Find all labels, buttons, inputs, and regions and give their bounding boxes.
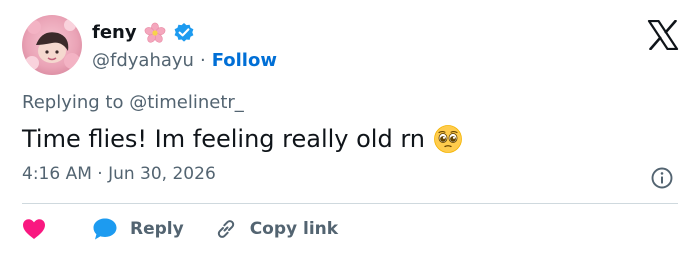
- x-logo-icon[interactable]: [647, 20, 679, 50]
- action-bar: Reply Copy link: [22, 213, 338, 245]
- info-icon[interactable]: [650, 166, 674, 190]
- verified-badge-icon: [174, 23, 193, 42]
- follow-button[interactable]: Follow: [212, 50, 277, 71]
- display-name[interactable]: feny: [92, 22, 137, 44]
- tweet-card: feny @fdyahayu · Follow Replying to @tim…: [0, 0, 700, 256]
- tweet-timestamp[interactable]: 4:16 AM · Jun 30, 2026: [22, 164, 216, 184]
- user-handle[interactable]: @fdyahayu: [92, 50, 194, 71]
- divider: [22, 203, 678, 204]
- flower-icon: [144, 22, 166, 43]
- separator-dot: ·: [199, 49, 206, 71]
- reply-label: Reply: [130, 219, 184, 239]
- heart-icon: [23, 219, 45, 239]
- reply-bubble-icon: [93, 218, 117, 240]
- avatar[interactable]: [22, 15, 82, 75]
- tweet-text-row: Time flies! Im feeling really old rn: [22, 122, 463, 156]
- pleading-face-emoji: [434, 125, 462, 153]
- handle-row: @fdyahayu · Follow: [92, 47, 277, 73]
- replying-to[interactable]: Replying to @timelinetr_: [22, 92, 244, 113]
- copy-link-label: Copy link: [249, 219, 339, 239]
- link-icon: [217, 220, 234, 238]
- user-name-row: feny: [92, 20, 195, 46]
- avatar-image: [22, 15, 82, 75]
- like-button[interactable]: [22, 218, 92, 240]
- copy-link-button[interactable]: Copy link: [214, 217, 338, 241]
- tweet-text: Time flies! Im feeling really old rn: [22, 125, 425, 153]
- reply-button[interactable]: Reply: [92, 217, 184, 241]
